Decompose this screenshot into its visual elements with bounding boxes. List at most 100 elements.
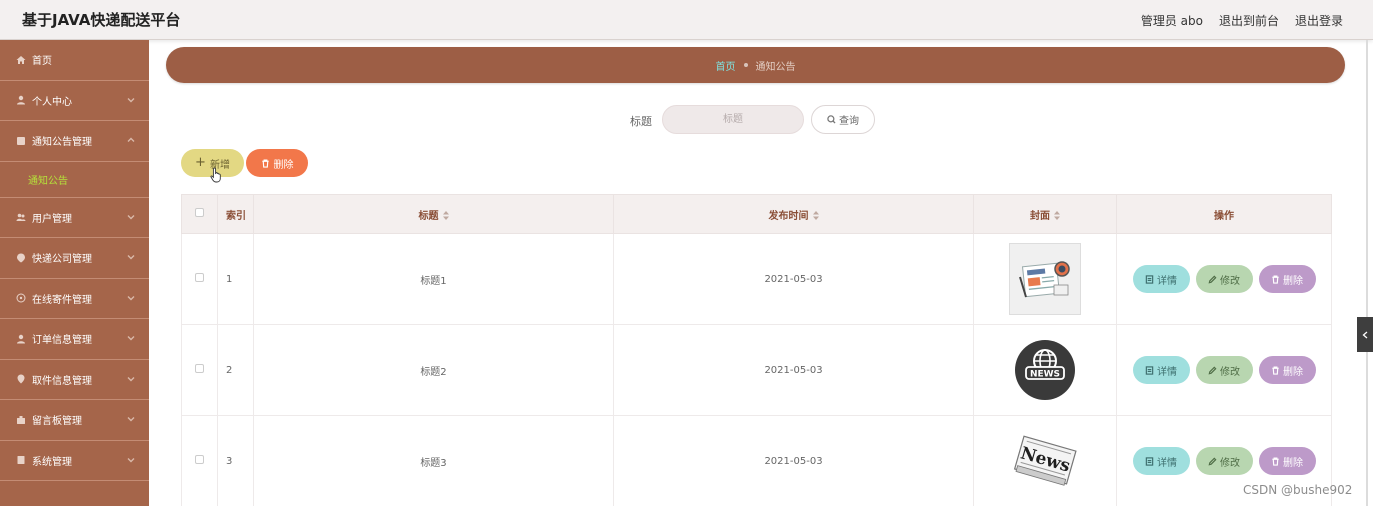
news-globe-icon: NEWS: [1009, 334, 1081, 406]
exit-to-front-link[interactable]: 退出到前台: [1219, 12, 1279, 29]
delete-button[interactable]: 删除: [1258, 265, 1316, 293]
detail-button[interactable]: 详情: [1132, 265, 1190, 293]
sidebar-item-online-send[interactable]: 在线寄件管理: [0, 279, 149, 319]
chevron-down-icon: [127, 456, 135, 464]
sidebar-item-label: 首页: [32, 56, 52, 68]
newspaper-icon: News: [1009, 425, 1081, 497]
detail-button-label: 详情: [1157, 457, 1177, 469]
pencil-icon: [1208, 366, 1217, 374]
breadcrumb: 首页 通知公告: [166, 47, 1345, 83]
batch-delete-button[interactable]: 删除: [246, 149, 308, 177]
sidebar-subitem-notice[interactable]: 通知公告: [0, 162, 149, 198]
document-icon: [1145, 456, 1154, 466]
company-icon: [16, 253, 26, 263]
sidebar-item-message-board[interactable]: 留言板管理: [0, 400, 149, 441]
row-title: 标题2: [253, 324, 614, 416]
breadcrumb-current: 通知公告: [755, 61, 796, 73]
sidebar-item-profile[interactable]: 个人中心: [0, 81, 149, 121]
edit-button[interactable]: 修改: [1195, 356, 1253, 384]
row-select-cell: [181, 324, 218, 416]
news-paper-icon: [1009, 243, 1081, 315]
sort-icon: [812, 211, 819, 220]
sidebar-item-label: 取件信息管理: [32, 375, 92, 387]
column-header-label: 封面: [1030, 210, 1050, 222]
content-panel: 标题 查询 + 新增 删除 索引 标题 发布时间 封面 操作: [166, 91, 1345, 506]
notice-icon: [16, 136, 26, 146]
top-header: 基于JAVA快递配送平台 管理员 abo 退出到前台 退出登录: [0, 0, 1373, 40]
column-header-label: 标题: [418, 210, 439, 222]
scrollbar-track[interactable]: [1366, 40, 1368, 506]
document-icon: [1145, 274, 1154, 284]
row-select-cell: [181, 415, 218, 506]
row-checkbox[interactable]: [195, 455, 204, 464]
table-header-row: 索引 标题 发布时间 封面 操作: [181, 194, 1332, 234]
logout-link[interactable]: 退出登录: [1295, 12, 1343, 29]
delete-button[interactable]: 删除: [1258, 356, 1316, 384]
trash-icon: [1272, 365, 1279, 375]
sidebar-item-pickup-info[interactable]: 取件信息管理: [0, 360, 149, 400]
column-header-date[interactable]: 发布时间: [613, 194, 974, 234]
sidebar-item-courier-company[interactable]: 快递公司管理: [0, 238, 149, 279]
column-header-actions: 操作: [1116, 194, 1332, 234]
sidebar-item-label: 用户管理: [32, 213, 72, 225]
sidebar-item-home[interactable]: 首页: [0, 40, 149, 81]
sidebar-item-system[interactable]: 系统管理: [0, 441, 149, 481]
home-icon: [16, 55, 26, 65]
delete-button-label: 删除: [1283, 275, 1303, 287]
column-header-index: 索引: [217, 194, 254, 234]
edit-button-label: 修改: [1220, 366, 1240, 378]
edit-button[interactable]: 修改: [1195, 265, 1253, 293]
detail-button-label: 详情: [1157, 275, 1177, 287]
admin-label: 管理员 abo: [1140, 14, 1203, 28]
chevron-down-icon: [127, 213, 135, 221]
sidebar-item-notice-management[interactable]: 通知公告管理: [0, 121, 149, 162]
chevron-down-icon: [127, 375, 135, 383]
row-actions-cell: 详情 修改 删除: [1116, 324, 1332, 416]
detail-button[interactable]: 详情: [1132, 447, 1190, 475]
message-icon: [16, 415, 26, 425]
breadcrumb-separator: [743, 63, 748, 67]
row-cover-cell: News: [973, 415, 1117, 506]
collapse-panel-button[interactable]: [1357, 317, 1373, 352]
row-date: 2021-05-03: [613, 415, 974, 506]
delete-button-label: 删除: [273, 159, 294, 171]
user-icon: [16, 95, 26, 105]
pencil-icon: [1208, 275, 1217, 283]
send-icon: [16, 293, 26, 303]
delete-button[interactable]: 删除: [1258, 447, 1316, 475]
app-title: 基于JAVA快递配送平台: [22, 11, 181, 29]
search-input[interactable]: [662, 105, 804, 134]
row-index: 2: [217, 324, 254, 416]
trash-icon: [1272, 456, 1279, 466]
sidebar-item-users[interactable]: 用户管理: [0, 198, 149, 238]
row-date: 2021-05-03: [613, 233, 974, 325]
chevron-down-icon: [127, 415, 135, 423]
edit-button-label: 修改: [1220, 275, 1240, 287]
row-date: 2021-05-03: [613, 324, 974, 416]
search-button[interactable]: 查询: [811, 105, 875, 134]
sidebar-item-label: 快递公司管理: [32, 254, 92, 266]
sort-icon: [1054, 211, 1060, 220]
column-header-title[interactable]: 标题: [253, 194, 614, 234]
sidebar-item-order-info[interactable]: 订单信息管理: [0, 319, 149, 360]
row-actions-cell: 详情 修改 删除: [1116, 233, 1332, 325]
pencil-icon: [1208, 457, 1217, 465]
row-title: 标题3: [253, 415, 614, 506]
row-checkbox[interactable]: [195, 273, 204, 282]
order-icon: [16, 334, 26, 344]
column-header-cover[interactable]: 封面: [973, 194, 1117, 234]
trash-icon: [261, 158, 269, 168]
delete-button-label: 删除: [1283, 366, 1303, 378]
select-all-checkbox[interactable]: [195, 208, 204, 217]
edit-button[interactable]: 修改: [1195, 447, 1253, 475]
sidebar-item-label: 留言板管理: [32, 416, 82, 428]
trash-icon: [1272, 274, 1279, 284]
row-checkbox[interactable]: [195, 364, 204, 373]
search-bar: 标题 查询: [166, 105, 1345, 135]
delete-button-label: 删除: [1283, 457, 1303, 469]
breadcrumb-home[interactable]: 首页: [716, 58, 736, 73]
pickup-icon: [16, 374, 26, 384]
hand-cursor-icon: [210, 167, 221, 183]
chevron-down-icon: [127, 334, 135, 342]
detail-button[interactable]: 详情: [1132, 356, 1190, 384]
